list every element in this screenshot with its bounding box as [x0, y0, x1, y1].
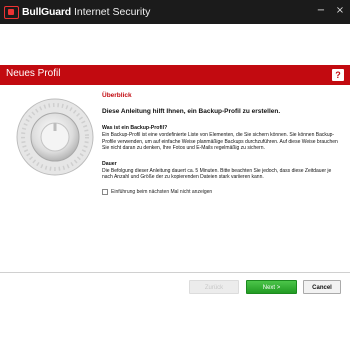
lead-text: Diese Anleitung hilft Ihnen, ein Backup-… — [102, 108, 281, 115]
brand: BullGuard Internet Security — [4, 4, 150, 20]
duration-text: Die Befolgung dieser Anleitung dauert ca… — [102, 167, 332, 181]
bullguard-logo-icon — [4, 5, 19, 19]
brand-name: BullGuard — [22, 6, 71, 18]
minimize-icon[interactable]: − — [314, 5, 328, 17]
what-text: Ein Backup-Profil ist eine vordefinierte… — [102, 132, 338, 151]
section-title: Überblick — [102, 92, 132, 99]
close-icon[interactable]: × — [333, 5, 347, 17]
footer-divider — [0, 272, 350, 273]
backup-dial-icon — [16, 98, 94, 176]
brand-suffix: Internet Security — [73, 6, 151, 18]
help-button[interactable]: ? — [332, 69, 344, 81]
back-button[interactable]: Zurück — [189, 280, 239, 294]
dialog-content: Überblick Diese Anleitung hilft Ihnen, e… — [102, 92, 340, 195]
dialog-header: Neues Profil ? — [0, 65, 350, 85]
skip-intro-checkbox[interactable] — [102, 188, 108, 195]
dialog-title: Neues Profil — [6, 68, 61, 79]
duration-title: Dauer — [102, 160, 117, 167]
skip-intro-row[interactable]: Einführung beim nächsten Mal nicht anzei… — [102, 188, 340, 195]
app-titlebar: BullGuard Internet Security − × — [0, 0, 350, 24]
what-title: Was ist ein Backup-Profil? — [102, 125, 168, 131]
window-controls: − × — [314, 5, 347, 17]
next-button[interactable]: Next > — [246, 280, 297, 294]
cancel-button[interactable]: Cancel — [303, 280, 341, 294]
skip-intro-label[interactable]: Einführung beim nächsten Mal nicht anzei… — [111, 189, 212, 195]
